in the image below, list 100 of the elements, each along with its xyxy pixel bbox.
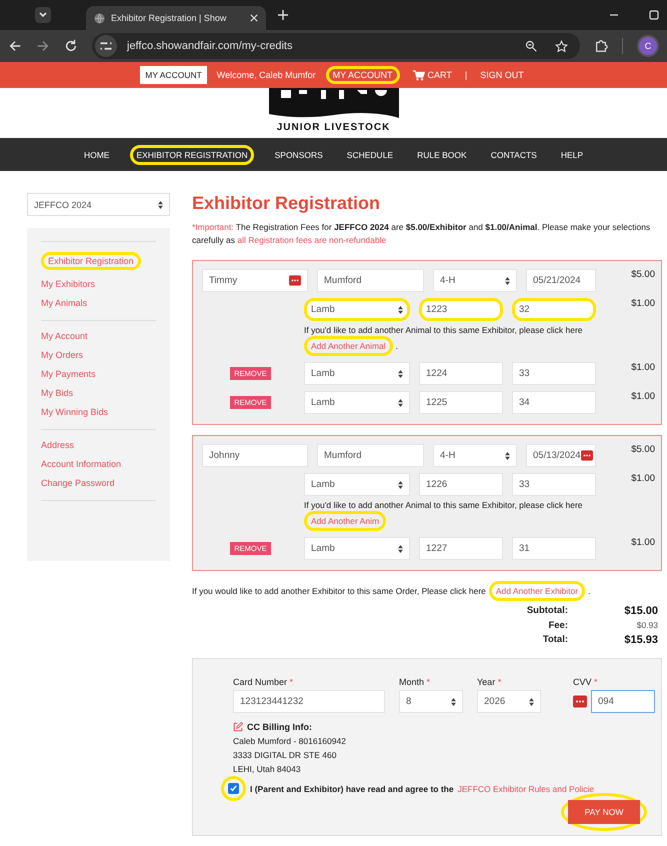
edit-icon[interactable] <box>233 722 243 732</box>
browser-tab[interactable]: Exhibitor Registration | Show <box>86 6 266 30</box>
tag-field[interactable]: 1227 <box>419 537 503 560</box>
autofill-icon[interactable] <box>289 275 301 286</box>
agree-checkbox[interactable] <box>228 783 239 794</box>
date-field[interactable]: 05/13/2024 <box>526 444 596 467</box>
extensions-icon[interactable] <box>594 39 608 53</box>
select-arrows-icon <box>158 200 163 208</box>
my-account-button[interactable]: MY ACCOUNT <box>140 66 207 84</box>
pay-now-button[interactable]: PAY NOW <box>568 800 640 824</box>
last-name-field[interactable]: Mumford <box>317 269 424 292</box>
species-select[interactable]: Lamb <box>304 391 410 414</box>
select-arrows-icon <box>398 370 403 378</box>
billing-line: 3333 DIGITAL DR STE 460 <box>233 750 338 760</box>
billing-title: CC Billing Info: <box>247 722 312 732</box>
nav-link[interactable]: EXHIBITOR REGISTRATION <box>130 144 254 164</box>
field-label: Year * <box>477 677 502 687</box>
input-field[interactable]: 123123441232 <box>233 690 385 713</box>
first-name-field[interactable]: Johnny <box>202 444 308 467</box>
club-select[interactable]: 4-H <box>433 444 517 467</box>
fee-amount: $1.00 <box>630 537 655 548</box>
tab-title: Exhibitor Registration | Show <box>111 13 228 23</box>
fee-amount: $5.00 <box>630 269 655 280</box>
input-field[interactable]: 094 <box>591 690 655 713</box>
fee-amount: $5.00 <box>630 444 655 455</box>
autofill-icon[interactable] <box>573 695 587 708</box>
maximize-icon[interactable] <box>649 10 659 20</box>
select-arrows-icon <box>398 398 403 406</box>
fee-notice: *Important: The Registration Fees for JEFFCO 2024 are $5.00/Exhibitor and $1.00/Animal. Please make your selections carefully as all Registration fees are non-refundable <box>192 221 652 247</box>
forward-icon[interactable] <box>36 39 50 53</box>
new-tab-icon[interactable] <box>278 10 288 20</box>
tag-field[interactable]: 1226 <box>419 473 503 496</box>
back-icon[interactable] <box>8 39 22 53</box>
weight-field[interactable]: 34 <box>512 391 596 414</box>
select-field[interactable]: 8 <box>399 690 463 713</box>
zoom-icon[interactable] <box>525 40 537 52</box>
weight-field[interactable]: 32 <box>512 298 596 321</box>
nav-link[interactable]: HELP <box>558 148 586 162</box>
close-icon[interactable] <box>250 14 258 22</box>
fee-amount: $1.00 <box>630 473 655 484</box>
page-title: Exhibitor Registration <box>192 193 382 213</box>
add-exhibitor-text: If you would like to add another Exhibitor to this same Order, Please click here <box>192 585 486 597</box>
cart-icon <box>412 70 425 80</box>
cart-link[interactable]: CART <box>410 68 455 82</box>
select-arrows-icon <box>398 544 403 552</box>
select-arrows-icon <box>398 480 403 488</box>
fee-amount: $1.00 <box>630 362 655 373</box>
field-label: Card Number * <box>233 677 294 687</box>
top-link[interactable]: MY ACCOUNT <box>326 66 400 84</box>
species-select[interactable]: Lamb <box>304 298 410 321</box>
field-label: CVV * <box>573 677 599 687</box>
reload-icon[interactable] <box>64 39 78 53</box>
species-select[interactable]: Lamb <box>304 537 410 560</box>
tag-field[interactable]: 1223 <box>419 298 503 321</box>
field-label: Month * <box>399 677 432 687</box>
weight-field[interactable]: 33 <box>512 473 596 496</box>
period-text: . <box>396 340 398 352</box>
site-settings-icon[interactable] <box>95 35 117 57</box>
billing-line: Caleb Mumford - 8016160942 <box>233 736 347 746</box>
weight-field[interactable]: 33 <box>512 362 596 385</box>
agree-text: I (Parent and Exhibitor) have read and agree to the <box>250 784 454 794</box>
billing-line: LEHI, Utah 84043 <box>233 764 302 774</box>
species-select[interactable]: Lamb <box>304 473 410 496</box>
add-animal-text: If you'd like to add another Animal to this same Exhibitor, please click here <box>304 324 582 336</box>
autofill-icon[interactable] <box>581 450 593 461</box>
total-value: $15.93 <box>623 634 658 646</box>
club-select[interactable]: 4-H <box>433 269 517 292</box>
weight-field[interactable]: 31 <box>512 537 596 560</box>
date-field[interactable]: 05/21/2024 <box>526 269 596 292</box>
globe-icon <box>94 12 105 24</box>
select-arrows-icon <box>505 276 510 284</box>
event-select[interactable]: JEFFCO 2024 <box>27 193 170 216</box>
welcome-text: Welcome, Caleb Mumfor <box>216 70 316 80</box>
add-exhibitor-link[interactable]: Add Another Exhibitor <box>488 581 586 601</box>
nav-link[interactable]: CONTACTS <box>488 148 540 162</box>
nav-link[interactable]: RULE BOOK <box>414 148 470 162</box>
fee-amount: $1.00 <box>630 298 655 309</box>
last-name-field[interactable]: Mumford <box>317 444 424 467</box>
nav-link[interactable]: SPONSORS <box>272 148 326 162</box>
profile-avatar[interactable]: C <box>637 35 659 57</box>
star-icon[interactable] <box>555 40 568 52</box>
separator-text: | <box>464 70 468 80</box>
first-name-field[interactable]: Timmy <box>202 269 308 292</box>
species-select[interactable]: Lamb <box>304 362 410 385</box>
logo-subtitle: JUNIOR LIVESTOCK <box>276 122 390 133</box>
top-link[interactable]: SIGN OUT <box>477 68 527 82</box>
tag-field[interactable]: 1224 <box>419 362 503 385</box>
fee-amount: $1.00 <box>630 391 655 402</box>
nav-link[interactable]: SCHEDULE <box>344 148 396 162</box>
total-label: Total: <box>542 634 568 646</box>
nav-link[interactable]: HOME <box>80 148 112 162</box>
total-value: $15.00 <box>623 605 658 617</box>
address-bar[interactable]: jeffco.showandfair.com/my-credits <box>92 33 580 59</box>
select-arrows-icon <box>529 698 534 706</box>
select-field[interactable]: 2026 <box>477 690 541 713</box>
select-arrows-icon <box>451 698 456 706</box>
total-value: $0.93 <box>636 620 658 631</box>
select-arrows-icon <box>505 452 510 460</box>
total-label: Subtotal: <box>526 605 568 617</box>
tag-field[interactable]: 1225 <box>419 391 503 414</box>
